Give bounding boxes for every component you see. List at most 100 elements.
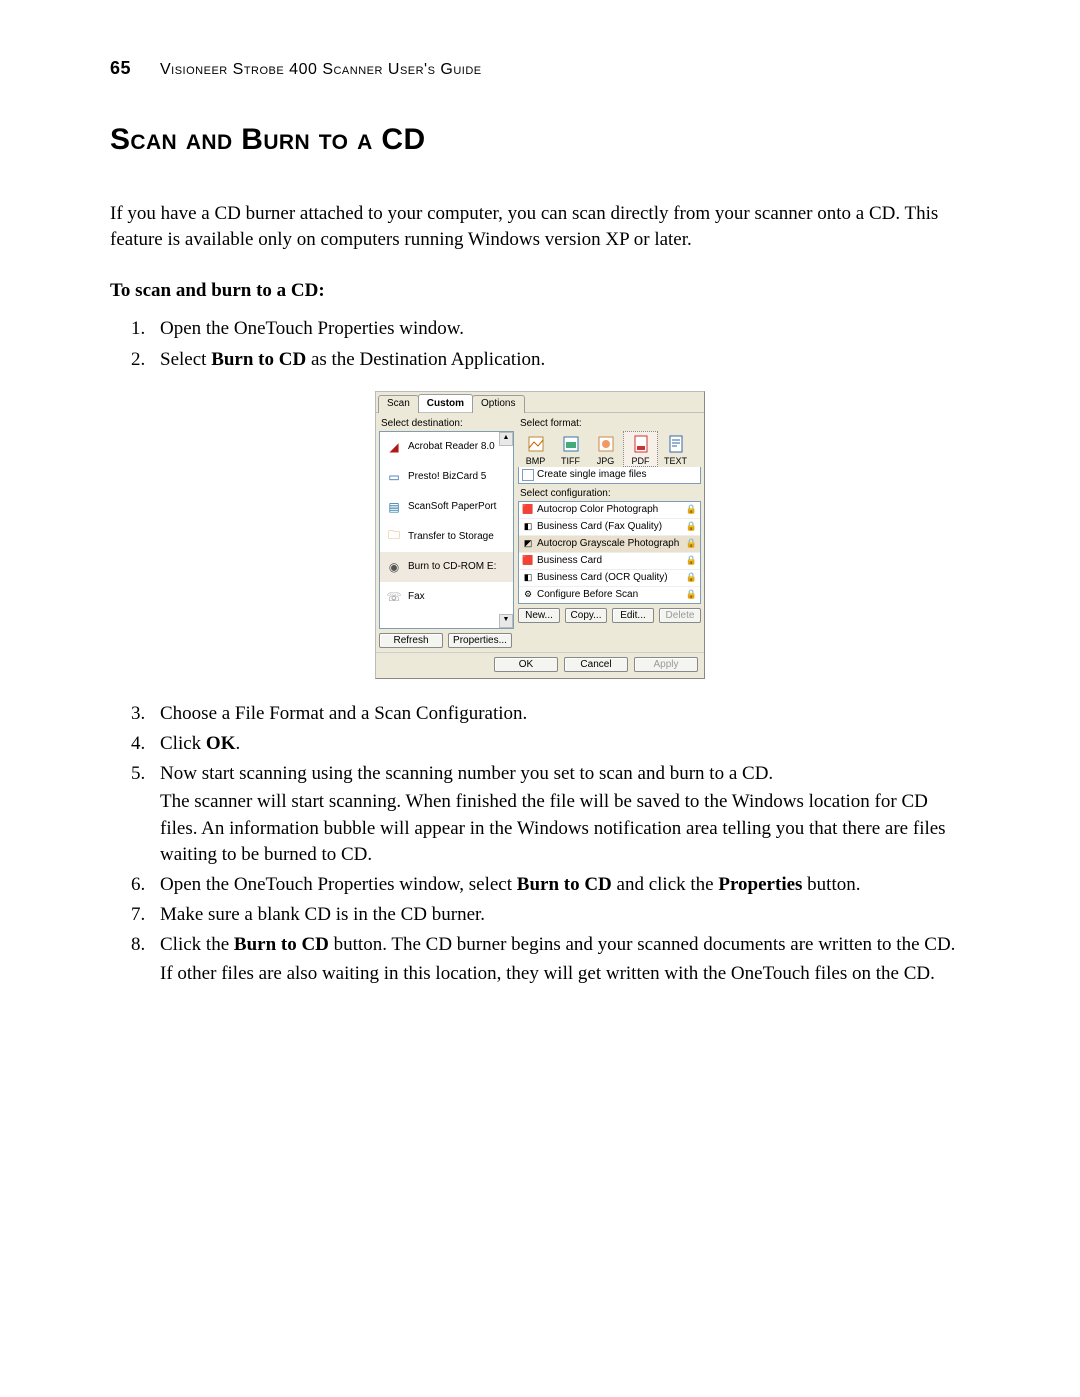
format-bmp[interactable]: BMP <box>518 431 553 467</box>
tab-custom[interactable]: Custom <box>418 394 473 412</box>
step-1: Open the OneTouch Properties window. <box>150 316 970 342</box>
gear-icon: ⚙ <box>522 589 534 601</box>
step-5b-text: The scanner will start scanning. When fi… <box>160 789 970 868</box>
destination-label: Presto! BizCard 5 <box>408 471 486 482</box>
cd-icon: ◉ <box>385 558 403 576</box>
config-label: Business Card <box>537 555 602 566</box>
onetouch-properties-dialog: Scan Custom Options Select destination: … <box>375 391 705 679</box>
format-tiff[interactable]: TIFF <box>553 431 588 467</box>
copy-button[interactable]: Copy... <box>565 608 607 623</box>
dialog-screenshot: Scan Custom Options Select destination: … <box>375 391 705 679</box>
step-7: Make sure a blank CD is in the CD burner… <box>150 902 970 928</box>
destination-label: ScanSoft PaperPort <box>408 501 496 512</box>
tab-options[interactable]: Options <box>472 395 524 413</box>
lock-icon: 🔒 <box>686 572 697 583</box>
config-label: Business Card (OCR Quality) <box>537 572 668 583</box>
apply-button[interactable]: Apply <box>634 657 698 672</box>
fax-icon: ☏ <box>385 588 403 606</box>
jpg-icon <box>595 433 617 455</box>
config-item-bizcard-ocr[interactable]: ◧Business Card (OCR Quality) 🔒 <box>519 570 700 587</box>
scroll-down-button[interactable]: ▼ <box>499 614 513 628</box>
step-1-text: Open the OneTouch Properties window. <box>160 318 464 339</box>
destination-item-paperport[interactable]: ▤ ScanSoft PaperPort <box>380 492 513 522</box>
step-6-pre: Open the OneTouch Properties window, sel… <box>160 874 517 895</box>
format-label: PDF <box>624 456 657 466</box>
format-text[interactable]: TEXT <box>658 431 693 467</box>
steps-list-bottom: Choose a File Format and a Scan Configur… <box>110 701 970 987</box>
step-2-post: as the Destination Application. <box>306 349 545 370</box>
config-label: Configure Before Scan <box>537 589 638 600</box>
config-item-autocrop-color[interactable]: 🟥Autocrop Color Photograph 🔒 <box>519 502 700 519</box>
paperport-icon: ▤ <box>385 498 403 516</box>
step-8a-bold: Burn to CD <box>234 934 329 955</box>
color-swatch-icon: 🟥 <box>522 504 534 516</box>
tab-scan[interactable]: Scan <box>378 395 419 413</box>
config-label: Autocrop Color Photograph <box>537 504 658 515</box>
config-label: Autocrop Grayscale Photograph <box>537 538 679 549</box>
step-2: Select Burn to CD as the Destination App… <box>150 347 970 373</box>
step-8: Click the Burn to CD button. The CD burn… <box>150 932 970 986</box>
step-8a-post: button. The CD burner begins and your sc… <box>329 934 956 955</box>
format-label: BMP <box>519 456 552 466</box>
step-5a-text: Now start scanning using the scanning nu… <box>160 763 773 784</box>
destination-item-acrobat[interactable]: ◢ Acrobat Reader 8.0 <box>380 432 513 462</box>
bmp-icon <box>525 433 547 455</box>
scroll-up-button[interactable]: ▲ <box>499 432 513 446</box>
destination-item-bizcard[interactable]: ▭ Presto! BizCard 5 <box>380 462 513 492</box>
destination-label: Burn to CD-ROM E: <box>408 561 496 572</box>
step-6-b2: Properties <box>718 874 802 895</box>
lock-icon: 🔒 <box>686 589 697 600</box>
destination-label: Acrobat Reader 8.0 <box>408 441 495 452</box>
steps-list-top: Open the OneTouch Properties window. Sel… <box>110 316 970 372</box>
step-8b-text: If other files are also waiting in this … <box>160 961 970 987</box>
config-label: Business Card (Fax Quality) <box>537 521 662 532</box>
select-destination-label: Select destination: <box>381 418 514 429</box>
destination-list[interactable]: ▲ ◢ Acrobat Reader 8.0 ▭ Presto! BizCard… <box>379 431 514 629</box>
ok-button[interactable]: OK <box>494 657 558 672</box>
pdf-format-icon <box>630 433 652 455</box>
lock-icon: 🔒 <box>686 521 697 532</box>
delete-button[interactable]: Delete <box>659 608 701 623</box>
format-label: TIFF <box>554 456 587 466</box>
step-8a-pre: Click the <box>160 934 234 955</box>
new-button[interactable]: New... <box>518 608 560 623</box>
step-6: Open the OneTouch Properties window, sel… <box>150 872 970 898</box>
destination-item-burn-cd[interactable]: ◉ Burn to CD-ROM E: <box>380 552 513 582</box>
select-format-label: Select format: <box>520 418 701 429</box>
create-single-image-row[interactable]: Create single image files <box>518 467 701 484</box>
color-swatch-icon: 🟥 <box>522 555 534 567</box>
pdf-icon: ◢ <box>385 438 403 456</box>
step-2-bold: Burn to CD <box>211 349 306 370</box>
format-label: TEXT <box>659 456 692 466</box>
bw-swatch-icon: ◧ <box>522 572 534 584</box>
refresh-button[interactable]: Refresh <box>379 633 443 648</box>
lock-icon: 🔒 <box>686 555 697 566</box>
page-number: 65 <box>110 58 131 79</box>
intro-paragraph: If you have a CD burner attached to your… <box>110 201 970 252</box>
configuration-list[interactable]: 🟥Autocrop Color Photograph 🔒 ◧Business C… <box>518 501 701 604</box>
step-5: Now start scanning using the scanning nu… <box>150 761 970 868</box>
card-icon: ▭ <box>385 468 403 486</box>
format-pdf[interactable]: PDF <box>623 431 658 467</box>
config-item-bizcard[interactable]: 🟥Business Card 🔒 <box>519 553 700 570</box>
text-icon <box>665 433 687 455</box>
step-4-pre: Click <box>160 733 206 754</box>
config-item-configure-before[interactable]: ⚙Configure Before Scan 🔒 <box>519 587 700 603</box>
format-row: BMP TIFF JPG PDF <box>518 431 701 467</box>
destination-item-fax[interactable]: ☏ Fax <box>380 582 513 612</box>
create-single-label: Create single image files <box>537 469 647 480</box>
destination-item-storage[interactable]: 🗀 Transfer to Storage <box>380 522 513 552</box>
config-item-autocrop-gray[interactable]: ◩Autocrop Grayscale Photograph 🔒 <box>519 536 700 553</box>
destination-label: Fax <box>408 591 425 602</box>
section-heading: Scan and Burn to a CD <box>110 123 970 157</box>
step-4: Click OK. <box>150 731 970 757</box>
format-label: JPG <box>589 456 622 466</box>
checkbox-icon[interactable] <box>522 469 534 481</box>
lock-icon: 🔒 <box>686 504 697 515</box>
format-jpg[interactable]: JPG <box>588 431 623 467</box>
cancel-button[interactable]: Cancel <box>564 657 628 672</box>
edit-button[interactable]: Edit... <box>612 608 654 623</box>
properties-button[interactable]: Properties... <box>448 633 512 648</box>
config-item-bizcard-fax[interactable]: ◧Business Card (Fax Quality) 🔒 <box>519 519 700 536</box>
step-6-b1: Burn to CD <box>517 874 612 895</box>
